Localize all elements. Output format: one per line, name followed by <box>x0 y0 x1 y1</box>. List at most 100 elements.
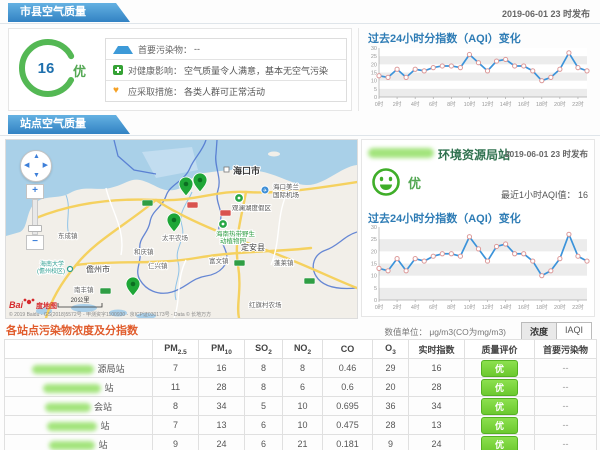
redacted-name <box>32 365 94 374</box>
map-label-city: 海口市 <box>233 165 260 176</box>
top-section-divider <box>358 28 359 111</box>
info-row-measures: ♥ 应采取措施： 各类人群可正常活动 <box>106 80 346 101</box>
svg-text:10: 10 <box>371 274 377 280</box>
svg-text:22时: 22时 <box>572 100 584 108</box>
grade-cell: 优 <box>465 378 535 397</box>
map-pan-control[interactable]: ▲ ▼ ◀ ▶ <box>20 150 52 182</box>
svg-text:12时: 12时 <box>482 303 494 311</box>
grade-badge: 优 <box>481 379 518 396</box>
zoom-in-button[interactable]: + <box>26 184 44 199</box>
value-cell: 6 <box>245 435 283 450</box>
primary-pollutant-cell: -- <box>535 397 597 416</box>
redacted-name <box>45 403 91 412</box>
svg-text:20: 20 <box>371 249 377 255</box>
value-cell: 7 <box>153 359 199 378</box>
tab-city-air-quality[interactable]: 市县空气质量 <box>8 3 130 22</box>
info-label: 对健康影响： <box>128 64 182 77</box>
redacted-name <box>49 441 95 450</box>
table-row: 源局站716880.462916优-- <box>5 359 597 378</box>
pan-down-icon[interactable]: ▼ <box>33 172 40 179</box>
value-cell: 28 <box>199 378 245 397</box>
city-marker-icon <box>224 167 229 172</box>
station-name: 环境资源局站 <box>438 146 510 163</box>
value-cell: 5 <box>245 397 283 416</box>
svg-text:4时: 4时 <box>411 303 420 311</box>
svg-text:6时: 6时 <box>429 303 438 311</box>
column-header: 质量评价 <box>465 340 535 359</box>
aqi-value: 16 <box>38 60 55 77</box>
table-row: 站7136100.4752813优-- <box>5 416 597 435</box>
svg-text:22时: 22时 <box>572 303 584 311</box>
svg-text:6时: 6时 <box>429 100 438 108</box>
svg-text:度地图: 度地图 <box>36 301 57 310</box>
map-label-fuwen: 富文镇 <box>209 256 229 265</box>
station-name-cell: 站 <box>5 378 153 397</box>
value-cell: 0.46 <box>323 359 373 378</box>
pan-up-icon[interactable]: ▲ <box>33 153 40 160</box>
map-label-univ-1: 海南大学 <box>40 260 64 268</box>
svg-text:20时: 20时 <box>554 100 566 108</box>
grade-cell: 优 <box>465 397 535 416</box>
value-cell: 0.695 <box>323 397 373 416</box>
svg-text:25: 25 <box>371 54 377 60</box>
info-value: -- <box>194 44 200 54</box>
svg-text:18时: 18时 <box>536 100 548 108</box>
value-cell: 6 <box>283 378 323 397</box>
station-name-suffix: 站 <box>98 440 107 450</box>
latest-aqi-value: 16 <box>578 190 588 200</box>
city-aqi-24h-chart: 0510152025300时2时4时6时8时10时12时14时16时18时20时… <box>364 45 592 109</box>
value-cell: 20 <box>373 378 409 397</box>
pollutant-table: PM2.5PM10SO2NO2COO3实时指数质量评价首要污染物 源局站7168… <box>4 339 597 450</box>
value-cell: 36 <box>373 397 409 416</box>
svg-text:16时: 16时 <box>518 303 530 311</box>
pan-left-icon[interactable]: ◀ <box>24 162 29 169</box>
value-cell: 13 <box>409 416 465 435</box>
map-attribution: © 2019 Baidu - GS(2018)5572号 - 甲测资字11009… <box>9 311 211 318</box>
info-row-health-impact: 对健康影响： 空气质量令人满意，基本无空气污染 <box>106 59 346 80</box>
svg-text:10时: 10时 <box>464 100 476 108</box>
map-label-farm: 太平农场 <box>162 233 189 242</box>
column-header: PM2.5 <box>153 340 199 359</box>
map-zoom-control[interactable]: + − <box>26 184 44 250</box>
value-cell: 9 <box>373 435 409 450</box>
svg-text:2时: 2时 <box>393 100 402 108</box>
grade-cell: 优 <box>465 416 535 435</box>
value-cell: 10 <box>283 397 323 416</box>
value-cell: 8 <box>283 359 323 378</box>
info-label: 应采取措施： <box>128 85 182 98</box>
svg-text:25: 25 <box>371 237 377 243</box>
tab-station-air-quality[interactable]: 站点空气质量 <box>8 115 130 134</box>
station-aqi-24h-chart: 0510152025300时2时4时6时8时10时12时14时16时18时20时… <box>364 224 592 312</box>
map-label-danzhou: 儋州市 <box>86 264 110 274</box>
value-cell: 8 <box>245 378 283 397</box>
table-section-title: 各站点污染物浓度及分指数 <box>6 322 138 338</box>
primary-pollutant-cell: -- <box>535 378 597 397</box>
aqi-gauge: 16 <box>15 35 81 101</box>
map-label-dingan: 定安县 <box>241 242 265 252</box>
section2-divider <box>0 135 600 136</box>
grade-badge: 优 <box>481 398 518 415</box>
map-label-resort: 观澜湖度假区 <box>232 203 272 212</box>
map-canvas[interactable]: 海口市 海口美兰 国际机场 观澜湖度假区 海南热带野生 动植物园 定安县 太平农… <box>6 140 357 318</box>
pan-right-icon[interactable]: ▶ <box>43 162 48 169</box>
grade-badge: 优 <box>481 436 518 450</box>
svg-text:16时: 16时 <box>518 100 530 108</box>
station-detail-panel: 环境资源局站 2019-06-01 23 时发布 优 最近1小时AQI值： 16… <box>361 139 595 317</box>
svg-text:15: 15 <box>371 262 377 268</box>
svg-text:0时: 0时 <box>375 303 384 311</box>
zoom-handle[interactable] <box>28 225 42 232</box>
station-map[interactable]: 海口市 海口美兰 国际机场 观澜湖度假区 海南热带野生 动植物园 定安县 太平农… <box>5 139 358 319</box>
svg-text:12时: 12时 <box>482 100 494 108</box>
primary-pollutant-cell: -- <box>535 416 597 435</box>
svg-text:14时: 14时 <box>500 100 512 108</box>
map-label-zoo-1: 海南热带野生 <box>216 229 256 238</box>
map-label-nanfeng: 南丰镇 <box>74 285 94 294</box>
value-cell: 28 <box>373 416 409 435</box>
station-name-cell: 站 <box>5 435 153 450</box>
station-name-suffix: 站 <box>100 421 109 431</box>
svg-text:20时: 20时 <box>554 303 566 311</box>
zoom-out-button[interactable]: − <box>26 235 44 250</box>
info-label: 首要污染物： <box>138 43 192 56</box>
value-cell: 24 <box>199 435 245 450</box>
value-cell: 8 <box>153 397 199 416</box>
